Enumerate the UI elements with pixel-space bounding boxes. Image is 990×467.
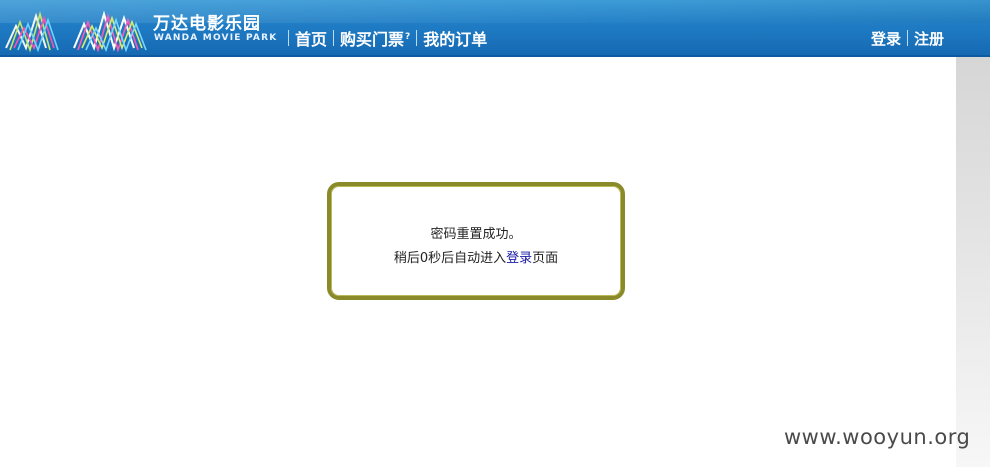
nav-buy-tickets-label: 购买门票 <box>340 30 405 49</box>
auth-nav: 登录 注册 <box>871 28 944 48</box>
page-side-gradient <box>956 57 990 467</box>
nav-divider <box>288 30 289 46</box>
redirect-login-link[interactable]: 登录 <box>506 251 532 266</box>
brand-name-cn: 万达电影乐园 <box>153 14 261 34</box>
redirect-suffix: 页面 <box>532 251 559 266</box>
login-link[interactable]: 登录 <box>871 28 901 49</box>
register-link[interactable]: 注册 <box>914 28 944 49</box>
nav-buy-tickets-sup: ? <box>405 31 411 42</box>
redirect-message: 稍后0秒后自动进入登录页面 <box>331 247 621 266</box>
auth-divider <box>907 30 909 46</box>
nav-buy-tickets-link[interactable]: 购买门票? <box>340 26 410 50</box>
wanda-logo-icon <box>5 10 147 53</box>
watermark-text: www.wooyun.org <box>784 425 971 449</box>
nav-my-orders-link[interactable]: 我的订单 <box>423 26 487 50</box>
success-message: 密码重置成功。 <box>430 227 522 242</box>
nav-home-link[interactable]: 首页 <box>295 26 327 50</box>
success-message-box: 密码重置成功。 稍后0秒后自动进入登录页面 <box>327 182 625 300</box>
top-header: 万达电影乐园 WANDA MOVIE PARK 首页 购买门票? 我的订单 登录… <box>0 0 990 57</box>
nav-divider <box>333 30 335 46</box>
brand-name-en: WANDA MOVIE PARK <box>154 33 278 43</box>
main-nav: 首页 购买门票? 我的订单 <box>282 26 487 50</box>
redirect-prefix: 稍后0秒后自动进入 <box>393 251 507 266</box>
nav-divider <box>416 30 418 46</box>
